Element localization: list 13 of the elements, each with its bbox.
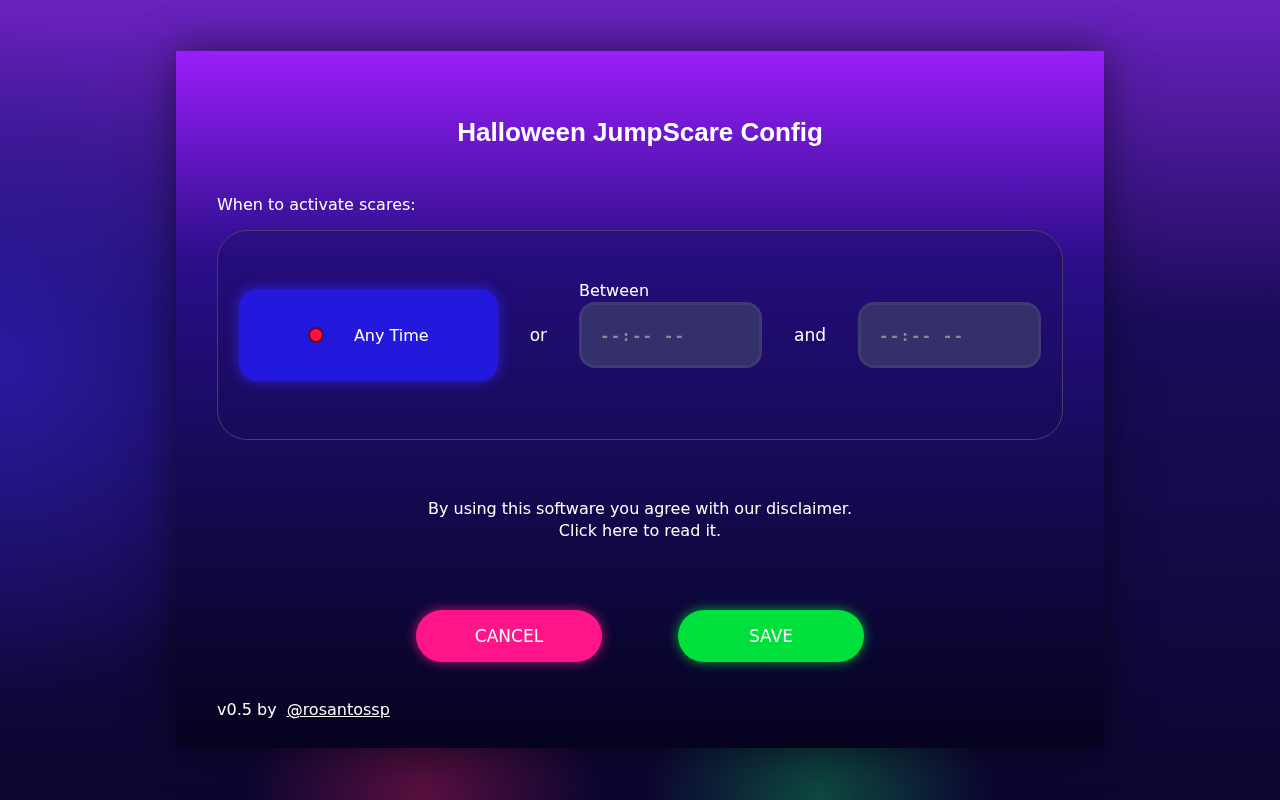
between-label: Between: [579, 281, 650, 300]
section-label: When to activate scares:: [217, 195, 416, 214]
start-time-field[interactable]: --:-- --: [579, 302, 762, 368]
and-label: and: [794, 325, 826, 345]
disclaimer-text: By using this software you agree with our disclaimer.: [427, 498, 852, 520]
cancel-button[interactable]: CANCEL: [416, 610, 602, 662]
dialog-title: Halloween JumpScare Config: [456, 117, 824, 148]
end-time-field[interactable]: --:-- --: [858, 302, 1041, 368]
disclaimer-link[interactable]: Click here to read it.: [558, 520, 722, 542]
or-label: or: [529, 325, 547, 345]
author-link[interactable]: @rosantossp: [286, 700, 390, 719]
any-time-option[interactable]: Any Time: [239, 289, 498, 381]
version-text: v0.5 by: [217, 700, 277, 719]
